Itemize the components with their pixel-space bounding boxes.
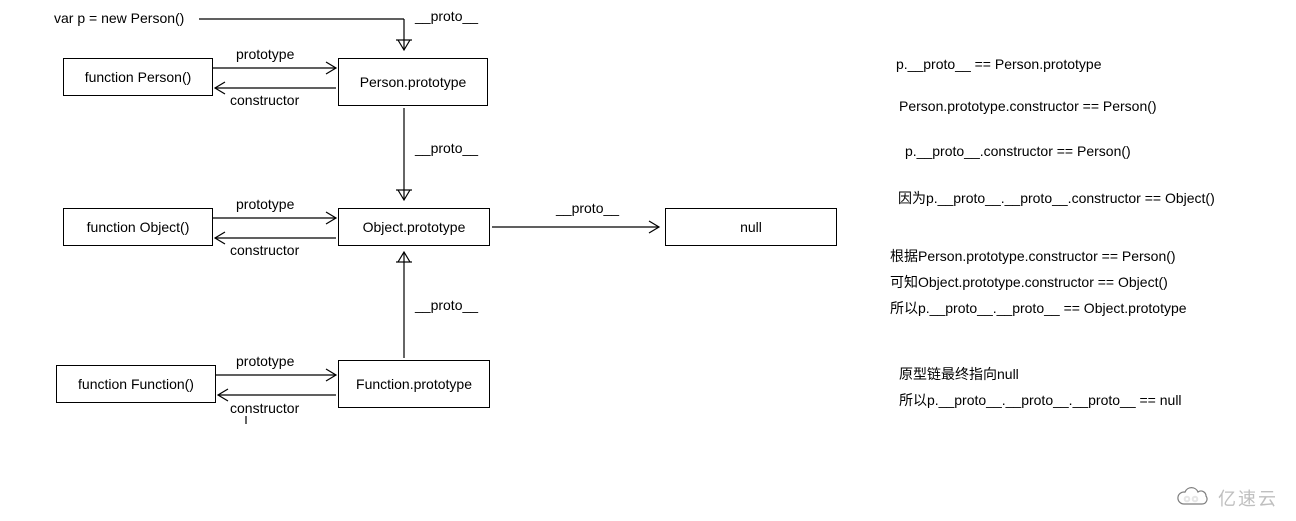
box-null: null [665, 208, 837, 246]
box-function-prototype-label: Function.prototype [356, 376, 472, 392]
box-person-prototype-label: Person.prototype [360, 74, 467, 90]
box-function-person: function Person() [63, 58, 213, 96]
label-prototype-person: prototype [236, 46, 294, 62]
note-1: p.__proto__ == Person.prototype [896, 56, 1101, 72]
label-proto-function-to-object: __proto__ [415, 297, 478, 313]
label-proto-person-to-object: __proto__ [415, 140, 478, 156]
cloud-icon [1172, 486, 1212, 510]
note-5: 根据Person.prototype.constructor == Person… [890, 246, 1176, 266]
note-6: 可知Object.prototype.constructor == Object… [890, 272, 1168, 292]
box-object-prototype: Object.prototype [338, 208, 490, 246]
box-function-function: function Function() [56, 365, 216, 403]
label-constructor-object: constructor [230, 242, 299, 258]
box-person-prototype: Person.prototype [338, 58, 488, 106]
box-object-prototype-label: Object.prototype [363, 219, 466, 235]
label-prototype-function: prototype [236, 353, 294, 369]
note-9: 所以p.__proto__.__proto__.__proto__ == nul… [899, 390, 1182, 410]
box-function-prototype: Function.prototype [338, 360, 490, 408]
note-8: 原型链最终指向null [899, 364, 1019, 384]
watermark-text: 亿速云 [1218, 485, 1278, 511]
box-function-person-label: function Person() [85, 69, 192, 85]
note-4: 因为p.__proto__.__proto__.constructor == O… [898, 188, 1215, 208]
box-null-label: null [740, 219, 762, 235]
box-function-function-label: function Function() [78, 376, 194, 392]
note-2: Person.prototype.constructor == Person() [899, 98, 1157, 114]
label-constructor-function: constructor [230, 400, 299, 416]
label-proto-p-to-person: __proto__ [415, 8, 478, 24]
watermark: 亿速云 [1172, 485, 1278, 511]
label-constructor-person: constructor [230, 92, 299, 108]
var-p-text: var p = new Person() [54, 10, 184, 26]
box-function-object-label: function Object() [87, 219, 190, 235]
box-function-object: function Object() [63, 208, 213, 246]
note-3: p.__proto__.constructor == Person() [905, 143, 1131, 159]
label-proto-object-to-null: __proto__ [556, 200, 619, 216]
label-prototype-object: prototype [236, 196, 294, 212]
note-7: 所以p.__proto__.__proto__ == Object.protot… [890, 298, 1187, 318]
